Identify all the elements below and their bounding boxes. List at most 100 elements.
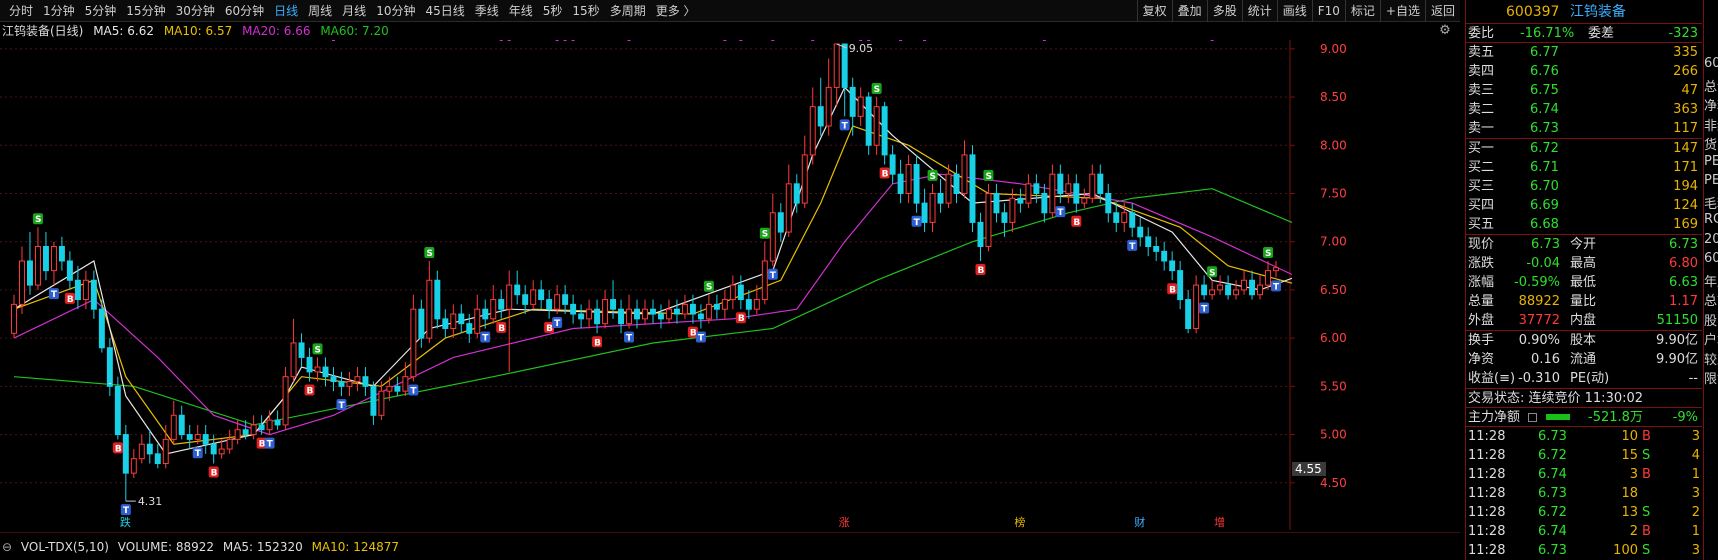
signal-marker-text: B: [594, 338, 601, 348]
candle-body: [777, 212, 784, 233]
tick-count: 3: [1691, 486, 1700, 501]
toolbar-button[interactable]: 多股: [1206, 0, 1242, 22]
event-dot: [563, 40, 567, 41]
edge-label: 净利: [1704, 99, 1718, 114]
bid-label: 买三: [1468, 179, 1495, 194]
period-tab[interactable]: 多周期: [605, 0, 651, 22]
toolbar-button[interactable]: 画线: [1276, 0, 1312, 22]
candle-body: [721, 299, 728, 310]
period-tab[interactable]: 1分钟: [38, 0, 80, 22]
candle-body: [921, 202, 928, 223]
tick-price: 6.74: [1538, 524, 1567, 539]
period-tab[interactable]: 月线: [337, 0, 371, 22]
tick-side: B: [1642, 429, 1651, 444]
y-tick-label: 8.50: [1320, 90, 1347, 104]
event-dot: [811, 40, 815, 41]
toolbar-button[interactable]: F10: [1311, 0, 1345, 22]
candle-body: [450, 313, 457, 329]
event-dot: [859, 40, 863, 41]
tick-time: 11:28: [1468, 467, 1506, 482]
signal-marker-text: S: [706, 283, 712, 293]
edge-label: RO: [1704, 212, 1718, 227]
quote-header: 600397 江钨装备: [1466, 0, 1702, 24]
stat-value: -0.04: [1526, 256, 1560, 271]
ask-row: 卖二 6.74 363: [1466, 100, 1702, 119]
candle-body: [562, 294, 569, 305]
side-panel-edge[interactable]: 60 总计净利非经货币PE PE(毛利RO 20 60 年度总市股东户均较上限售: [1703, 0, 1718, 560]
period-tab[interactable]: 30分钟: [171, 0, 220, 22]
detail-icon[interactable]: [1528, 413, 1537, 422]
ask-row: 卖一 6.73 117: [1466, 119, 1702, 138]
candle-body: [330, 376, 337, 383]
candle-body: [761, 260, 768, 301]
signal-marker-text: S: [1265, 249, 1271, 259]
y-tick-label: 8.00: [1320, 138, 1347, 152]
tick-row: 11:28 6.73 10 B 3: [1466, 427, 1702, 446]
tick-list[interactable]: 11:28 6.73 10 B 3 11:28 6.72 15 S 4 11:28 6.74 3 B 1 11…: [1466, 427, 1702, 560]
candle-body: [937, 192, 944, 204]
flow-bar: [1546, 414, 1570, 420]
collapse-icon[interactable]: ⊖: [2, 540, 12, 554]
candlestick-chart[interactable]: 9.00 8.50 8.00 7.50 7.00 6.50 6.00 5.50 5.00 4.50…: [0, 40, 1460, 530]
bid-label: 买二: [1468, 160, 1495, 175]
toolbar-button[interactable]: 统计: [1241, 0, 1277, 22]
signal-marker-text: S: [985, 172, 991, 182]
gear-icon[interactable]: ⚙: [1436, 22, 1454, 40]
candle-body: [1089, 173, 1096, 199]
event-dot: [923, 40, 927, 41]
period-tab[interactable]: 10分钟: [371, 0, 420, 22]
period-tab[interactable]: 60分钟: [220, 0, 269, 22]
candle-body: [522, 294, 529, 305]
candle-body: [50, 246, 57, 272]
ask-label: 卖五: [1468, 45, 1495, 60]
stat-value: -0.59%: [1514, 275, 1560, 290]
period-tab[interactable]: 日线: [269, 0, 303, 22]
bid-label: 买一: [1468, 141, 1495, 156]
fund-label: 换手: [1468, 333, 1495, 348]
period-tab[interactable]: 5分钟: [80, 0, 122, 22]
bid-volume: 147: [1673, 141, 1698, 156]
tick-count: 3: [1691, 543, 1700, 558]
period-tab[interactable]: 15秒: [567, 0, 604, 22]
candle-body: [729, 284, 736, 301]
stock-name[interactable]: 江钨装备: [1570, 4, 1626, 20]
signal-marker-text: S: [315, 345, 321, 355]
candle-body: [1057, 173, 1064, 194]
toolbar-button[interactable]: 叠加: [1171, 0, 1207, 22]
tick-row: 11:28 6.73 18 3: [1466, 484, 1702, 503]
toolbar-button[interactable]: 标记: [1344, 0, 1380, 22]
stat-value: 1.17: [1669, 294, 1698, 309]
period-tab[interactable]: 季线: [470, 0, 504, 22]
candle-body: [610, 299, 617, 310]
stat-value: 88922: [1518, 294, 1560, 309]
candle-body: [1129, 212, 1136, 228]
candle-body: [1233, 289, 1240, 296]
event-dot: [571, 40, 575, 41]
event-dot: [1210, 40, 1214, 41]
y-tick-label: 5.50: [1320, 379, 1347, 393]
ask-row: 卖五 6.77 335: [1466, 43, 1702, 62]
period-tab[interactable]: 更多 〉: [651, 0, 701, 22]
period-tab[interactable]: 5秒: [538, 0, 568, 22]
candle-body: [817, 106, 824, 127]
tick-price: 6.72: [1538, 448, 1567, 463]
period-tab[interactable]: 15分钟: [121, 0, 170, 22]
period-tab[interactable]: 分时: [4, 0, 38, 22]
toolbar-button[interactable]: +自选: [1379, 0, 1425, 22]
candle-body: [34, 246, 41, 286]
signal-marker-text: T: [842, 121, 849, 131]
toolbar-button[interactable]: 返回: [1424, 0, 1460, 22]
tick-volume: 15: [1621, 448, 1638, 463]
toolbar-button[interactable]: 复权: [1136, 0, 1172, 22]
period-tab[interactable]: 周线: [303, 0, 337, 22]
tick-count: 2: [1691, 505, 1700, 520]
tick-time: 11:28: [1468, 543, 1506, 558]
period-tab[interactable]: 年线: [504, 0, 538, 22]
bid-label: 买五: [1468, 217, 1495, 232]
signal-marker-text: B: [1169, 285, 1176, 295]
candle-body: [282, 376, 289, 426]
candle-body: [785, 183, 792, 233]
volume-indicator-label[interactable]: VOL-TDX(5,10): [21, 540, 109, 554]
bottom-event-marker: 财: [1134, 515, 1145, 529]
period-tab[interactable]: 45日线: [420, 0, 469, 22]
